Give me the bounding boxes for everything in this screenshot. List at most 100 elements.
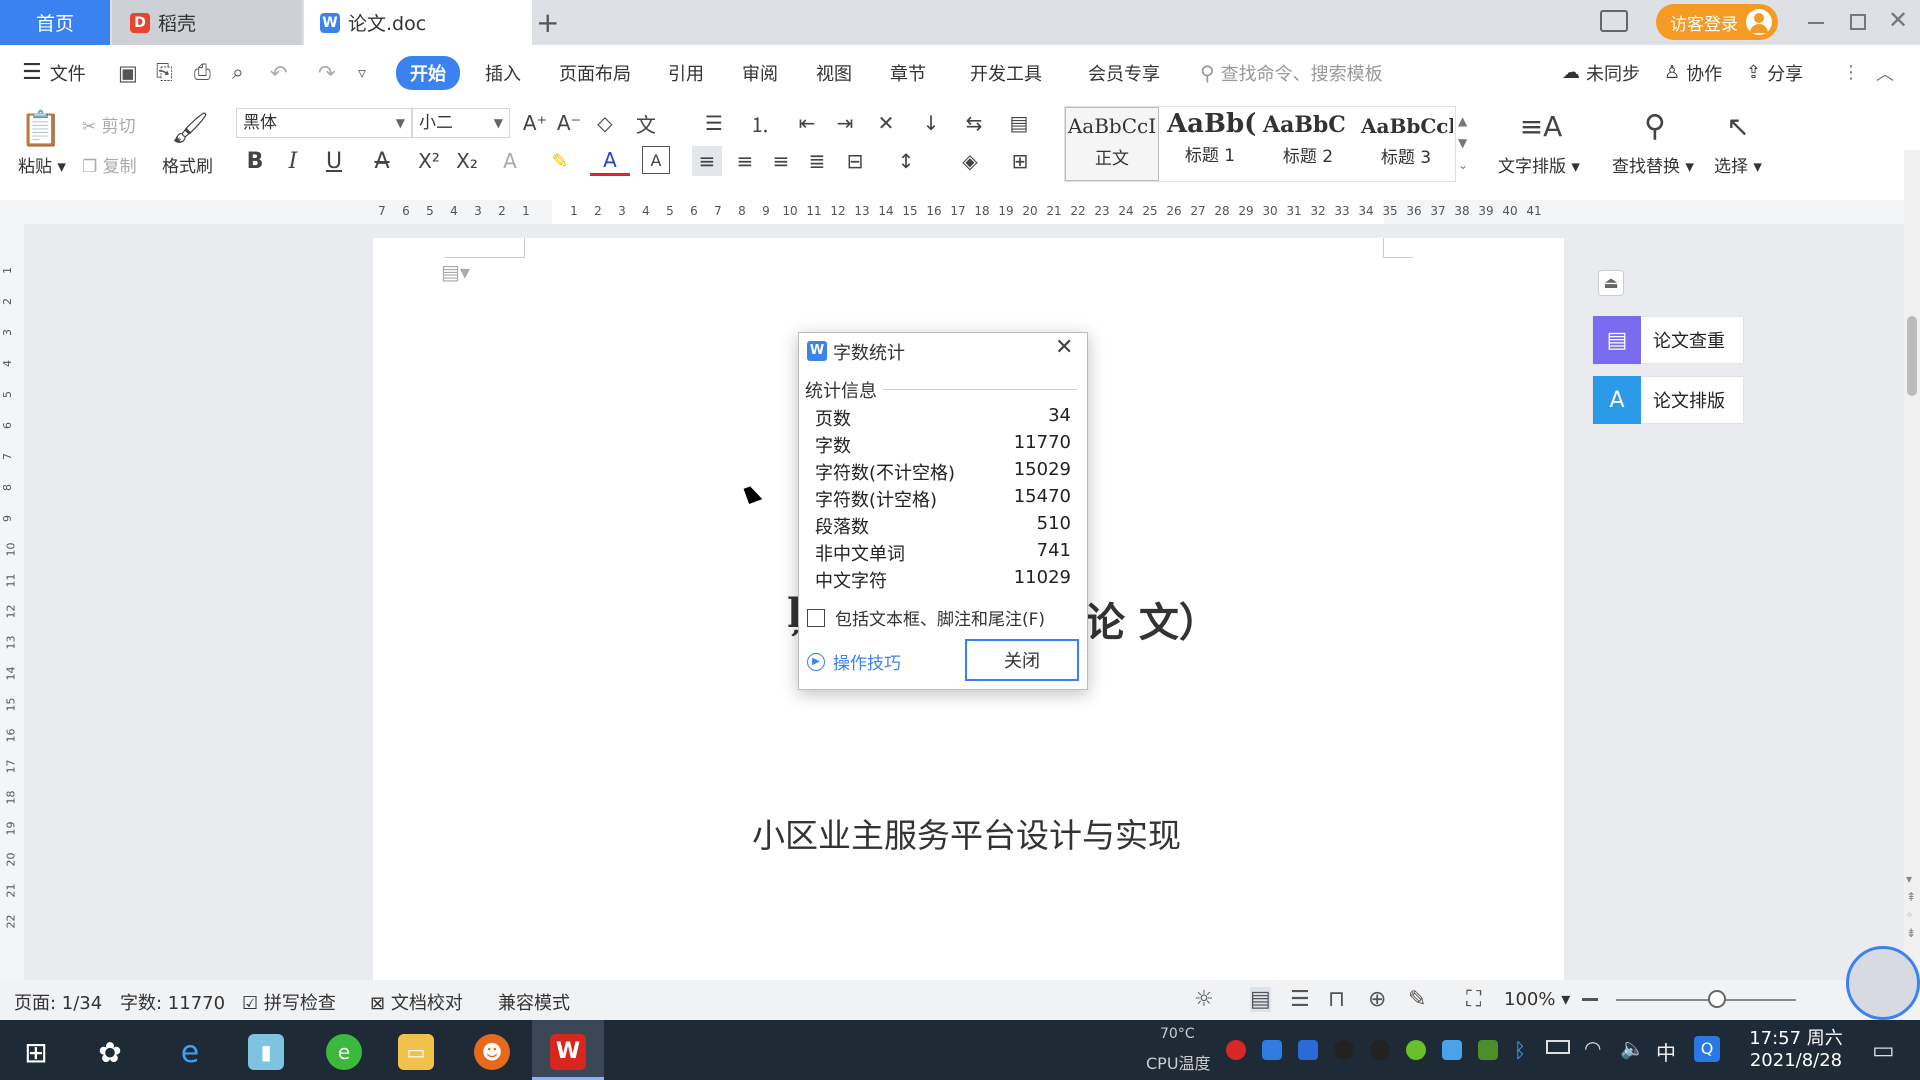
tray-red-icon[interactable] bbox=[1226, 1040, 1246, 1060]
style-heading3[interactable]: AaBbCcl 标题 3 bbox=[1359, 107, 1453, 181]
bluetooth-icon[interactable]: ᛒ bbox=[1514, 1038, 1526, 1062]
style-normal[interactable]: AaBbCcI 正文 bbox=[1065, 107, 1159, 181]
bold-icon[interactable]: B bbox=[240, 146, 270, 176]
char-border-icon[interactable]: A bbox=[642, 146, 670, 174]
zoom-slider-thumb[interactable] bbox=[1708, 990, 1726, 1008]
collab-button[interactable]: ♙ 协作 bbox=[1664, 45, 1722, 100]
clear-format-icon[interactable]: ◇ bbox=[590, 108, 620, 138]
phonetic-guide-icon[interactable]: 文 bbox=[628, 108, 664, 138]
web-view-icon[interactable]: ⊕ bbox=[1368, 987, 1386, 1012]
show-marks-icon[interactable]: ⇆ bbox=[954, 108, 994, 138]
paper-layout-button[interactable]: A 论文排版 bbox=[1592, 376, 1744, 424]
distribute-icon[interactable]: ⊟ bbox=[840, 146, 870, 176]
command-search[interactable]: ⚲ 查找命令、搜索模板 bbox=[1200, 45, 1383, 100]
find-replace-button[interactable]: 查找替换 ▾ bbox=[1612, 152, 1694, 177]
horizontal-ruler[interactable]: 7 6 5 4 3 2 1 1 2 3 4 5 6 7 8 9 10 11 12 13 14 15 16 17 18 19 20 21… bbox=[0, 200, 1920, 224]
ie-browser-icon[interactable]: e bbox=[172, 1034, 208, 1070]
format-painter-button[interactable]: 格式刷 bbox=[162, 152, 213, 177]
tips-link[interactable]: ▶ 操作技巧 bbox=[807, 649, 901, 674]
guest-login-button[interactable]: 访客登录 bbox=[1656, 4, 1778, 40]
align-left-icon[interactable]: ≡ bbox=[692, 146, 722, 176]
tray-cloud-icon[interactable] bbox=[1262, 1040, 1282, 1060]
select-button[interactable]: 选择 ▾ bbox=[1714, 152, 1762, 177]
chinese-layout-icon[interactable]: ✕ bbox=[866, 108, 906, 138]
increase-indent-icon[interactable]: ⇥ bbox=[830, 108, 860, 138]
wps-taskbar-item[interactable]: W bbox=[532, 1020, 604, 1080]
clock-date[interactable]: 2021/8/28 bbox=[1746, 1050, 1846, 1071]
status-page[interactable]: 页面: 1/34 bbox=[14, 989, 102, 1015]
paper-check-button[interactable]: ▤ 论文查重 bbox=[1592, 316, 1744, 364]
fit-page-icon[interactable]: ⛶ bbox=[1466, 987, 1481, 1012]
close-button[interactable]: 关闭 bbox=[965, 639, 1079, 681]
menu-tab-developer[interactable]: 开发工具 bbox=[970, 45, 1042, 100]
new-tab-button[interactable]: + bbox=[536, 6, 559, 39]
vertical-scrollbar[interactable]: ▾ ⇞ ◦ ⇟ bbox=[1904, 150, 1920, 980]
save-icon[interactable]: ▣ bbox=[118, 45, 138, 100]
zoom-select[interactable]: 100% ▾ bbox=[1504, 989, 1570, 1010]
share-button[interactable]: ⇪ 分享 bbox=[1746, 45, 1803, 100]
paragraph-menu-icon[interactable]: ▤▾ bbox=[441, 260, 470, 284]
scroll-thumb[interactable] bbox=[1907, 316, 1917, 396]
menu-tab-chapter[interactable]: 章节 bbox=[890, 45, 926, 100]
battery-icon[interactable] bbox=[1546, 1040, 1570, 1054]
find-icon[interactable]: ⚲ bbox=[1634, 106, 1676, 146]
collapse-ribbon-icon[interactable]: ︿ bbox=[1876, 45, 1894, 100]
close-window-icon[interactable]: ✕ bbox=[1888, 6, 1908, 34]
menu-tab-member[interactable]: 会员专享 bbox=[1088, 45, 1160, 100]
tray-shield-icon[interactable] bbox=[1298, 1040, 1318, 1060]
style-scroll-icon[interactable]: ▲ ▼ ⌄ bbox=[1458, 110, 1468, 176]
menu-tab-start[interactable]: 开始 bbox=[396, 45, 460, 100]
scroll-controls[interactable]: ▾ ⇞ ◦ ⇟ bbox=[1906, 870, 1916, 942]
decrease-indent-icon[interactable]: ⇤ bbox=[792, 108, 822, 138]
windows-start-icon[interactable]: ⊞ bbox=[18, 1034, 54, 1070]
collapse-side-icon[interactable]: ⏏ bbox=[1598, 270, 1624, 296]
font-color-icon[interactable]: A bbox=[590, 146, 630, 176]
app-mascot-icon[interactable]: ☻ bbox=[474, 1034, 510, 1070]
zoom-slider[interactable] bbox=[1616, 999, 1796, 1001]
superscript-icon[interactable]: X² bbox=[414, 146, 444, 176]
menu-tab-layout[interactable]: 页面布局 bbox=[559, 45, 631, 100]
print-icon[interactable]: ⎙ bbox=[194, 45, 211, 100]
tray-qq-icon[interactable] bbox=[1334, 1040, 1354, 1060]
vertical-ruler[interactable]: 1 2 3 4 5 6 7 8 9 10 11 12 13 14 15 16 17 18 19 20 21 22 bbox=[0, 224, 24, 980]
shading-icon[interactable]: ◈ bbox=[950, 146, 990, 176]
strikethrough-icon[interactable]: A bbox=[362, 146, 402, 176]
increase-font-icon[interactable]: A⁺ bbox=[520, 108, 550, 138]
sync-button[interactable]: ☁ 未同步 bbox=[1562, 45, 1640, 100]
layout-icon[interactable] bbox=[1600, 10, 1628, 32]
highlight-icon[interactable]: ✎ bbox=[540, 146, 580, 176]
justify-icon[interactable]: ≣ bbox=[802, 146, 832, 176]
align-right-icon[interactable]: ≡ bbox=[766, 146, 796, 176]
restore-icon[interactable] bbox=[1850, 14, 1866, 30]
proofread-button[interactable]: ⊠ 文档校对 bbox=[370, 989, 463, 1015]
borders-icon[interactable]: ⊞ bbox=[1000, 146, 1040, 176]
print-preview-icon[interactable]: ⌕ bbox=[232, 45, 244, 100]
minimize-icon[interactable] bbox=[1808, 22, 1824, 24]
ime-indicator[interactable]: 中 bbox=[1656, 1037, 1676, 1066]
clock-time[interactable]: 17:57 周六 bbox=[1746, 1024, 1846, 1050]
outline-view-icon[interactable]: ☰ bbox=[1290, 987, 1310, 1012]
menu-tab-view[interactable]: 视图 bbox=[816, 45, 852, 100]
tab-daoke[interactable]: D 稻壳 bbox=[112, 0, 302, 45]
decrease-font-icon[interactable]: A⁻ bbox=[554, 108, 584, 138]
file-explorer-icon[interactable]: ▭ bbox=[398, 1034, 434, 1070]
tray-green-icon[interactable] bbox=[1406, 1040, 1426, 1060]
include-textbox-checkbox[interactable]: 包括文本框、脚注和尾注(F) bbox=[807, 605, 1045, 630]
tray-qq2-icon[interactable] bbox=[1370, 1040, 1390, 1060]
tray-q-icon[interactable]: Q bbox=[1694, 1036, 1720, 1062]
wifi-icon[interactable]: ◠ bbox=[1584, 1036, 1601, 1060]
paste-icon[interactable]: 📋 bbox=[18, 106, 64, 152]
zoom-out-icon[interactable] bbox=[1582, 998, 1598, 1001]
tab-document[interactable]: W 论文.doc bbox=[304, 0, 532, 45]
align-center-icon[interactable]: ≡ bbox=[730, 146, 760, 176]
text-layout-button[interactable]: 文字排版 ▾ bbox=[1498, 152, 1580, 177]
reading-view-icon[interactable]: ⊓ bbox=[1328, 987, 1345, 1012]
browser-360-icon[interactable]: e bbox=[326, 1034, 362, 1070]
menu-tab-review[interactable]: 审阅 bbox=[742, 45, 778, 100]
status-words[interactable]: 字数: 11770 bbox=[120, 989, 225, 1015]
volume-icon[interactable]: 🔈 bbox=[1620, 1036, 1645, 1060]
more-icon[interactable]: ⋮ bbox=[1842, 45, 1860, 100]
tray-nvidia-icon[interactable] bbox=[1478, 1040, 1498, 1060]
tray-blue-icon[interactable] bbox=[1442, 1040, 1462, 1060]
file-menu[interactable]: ☰ 文件 bbox=[22, 45, 86, 100]
